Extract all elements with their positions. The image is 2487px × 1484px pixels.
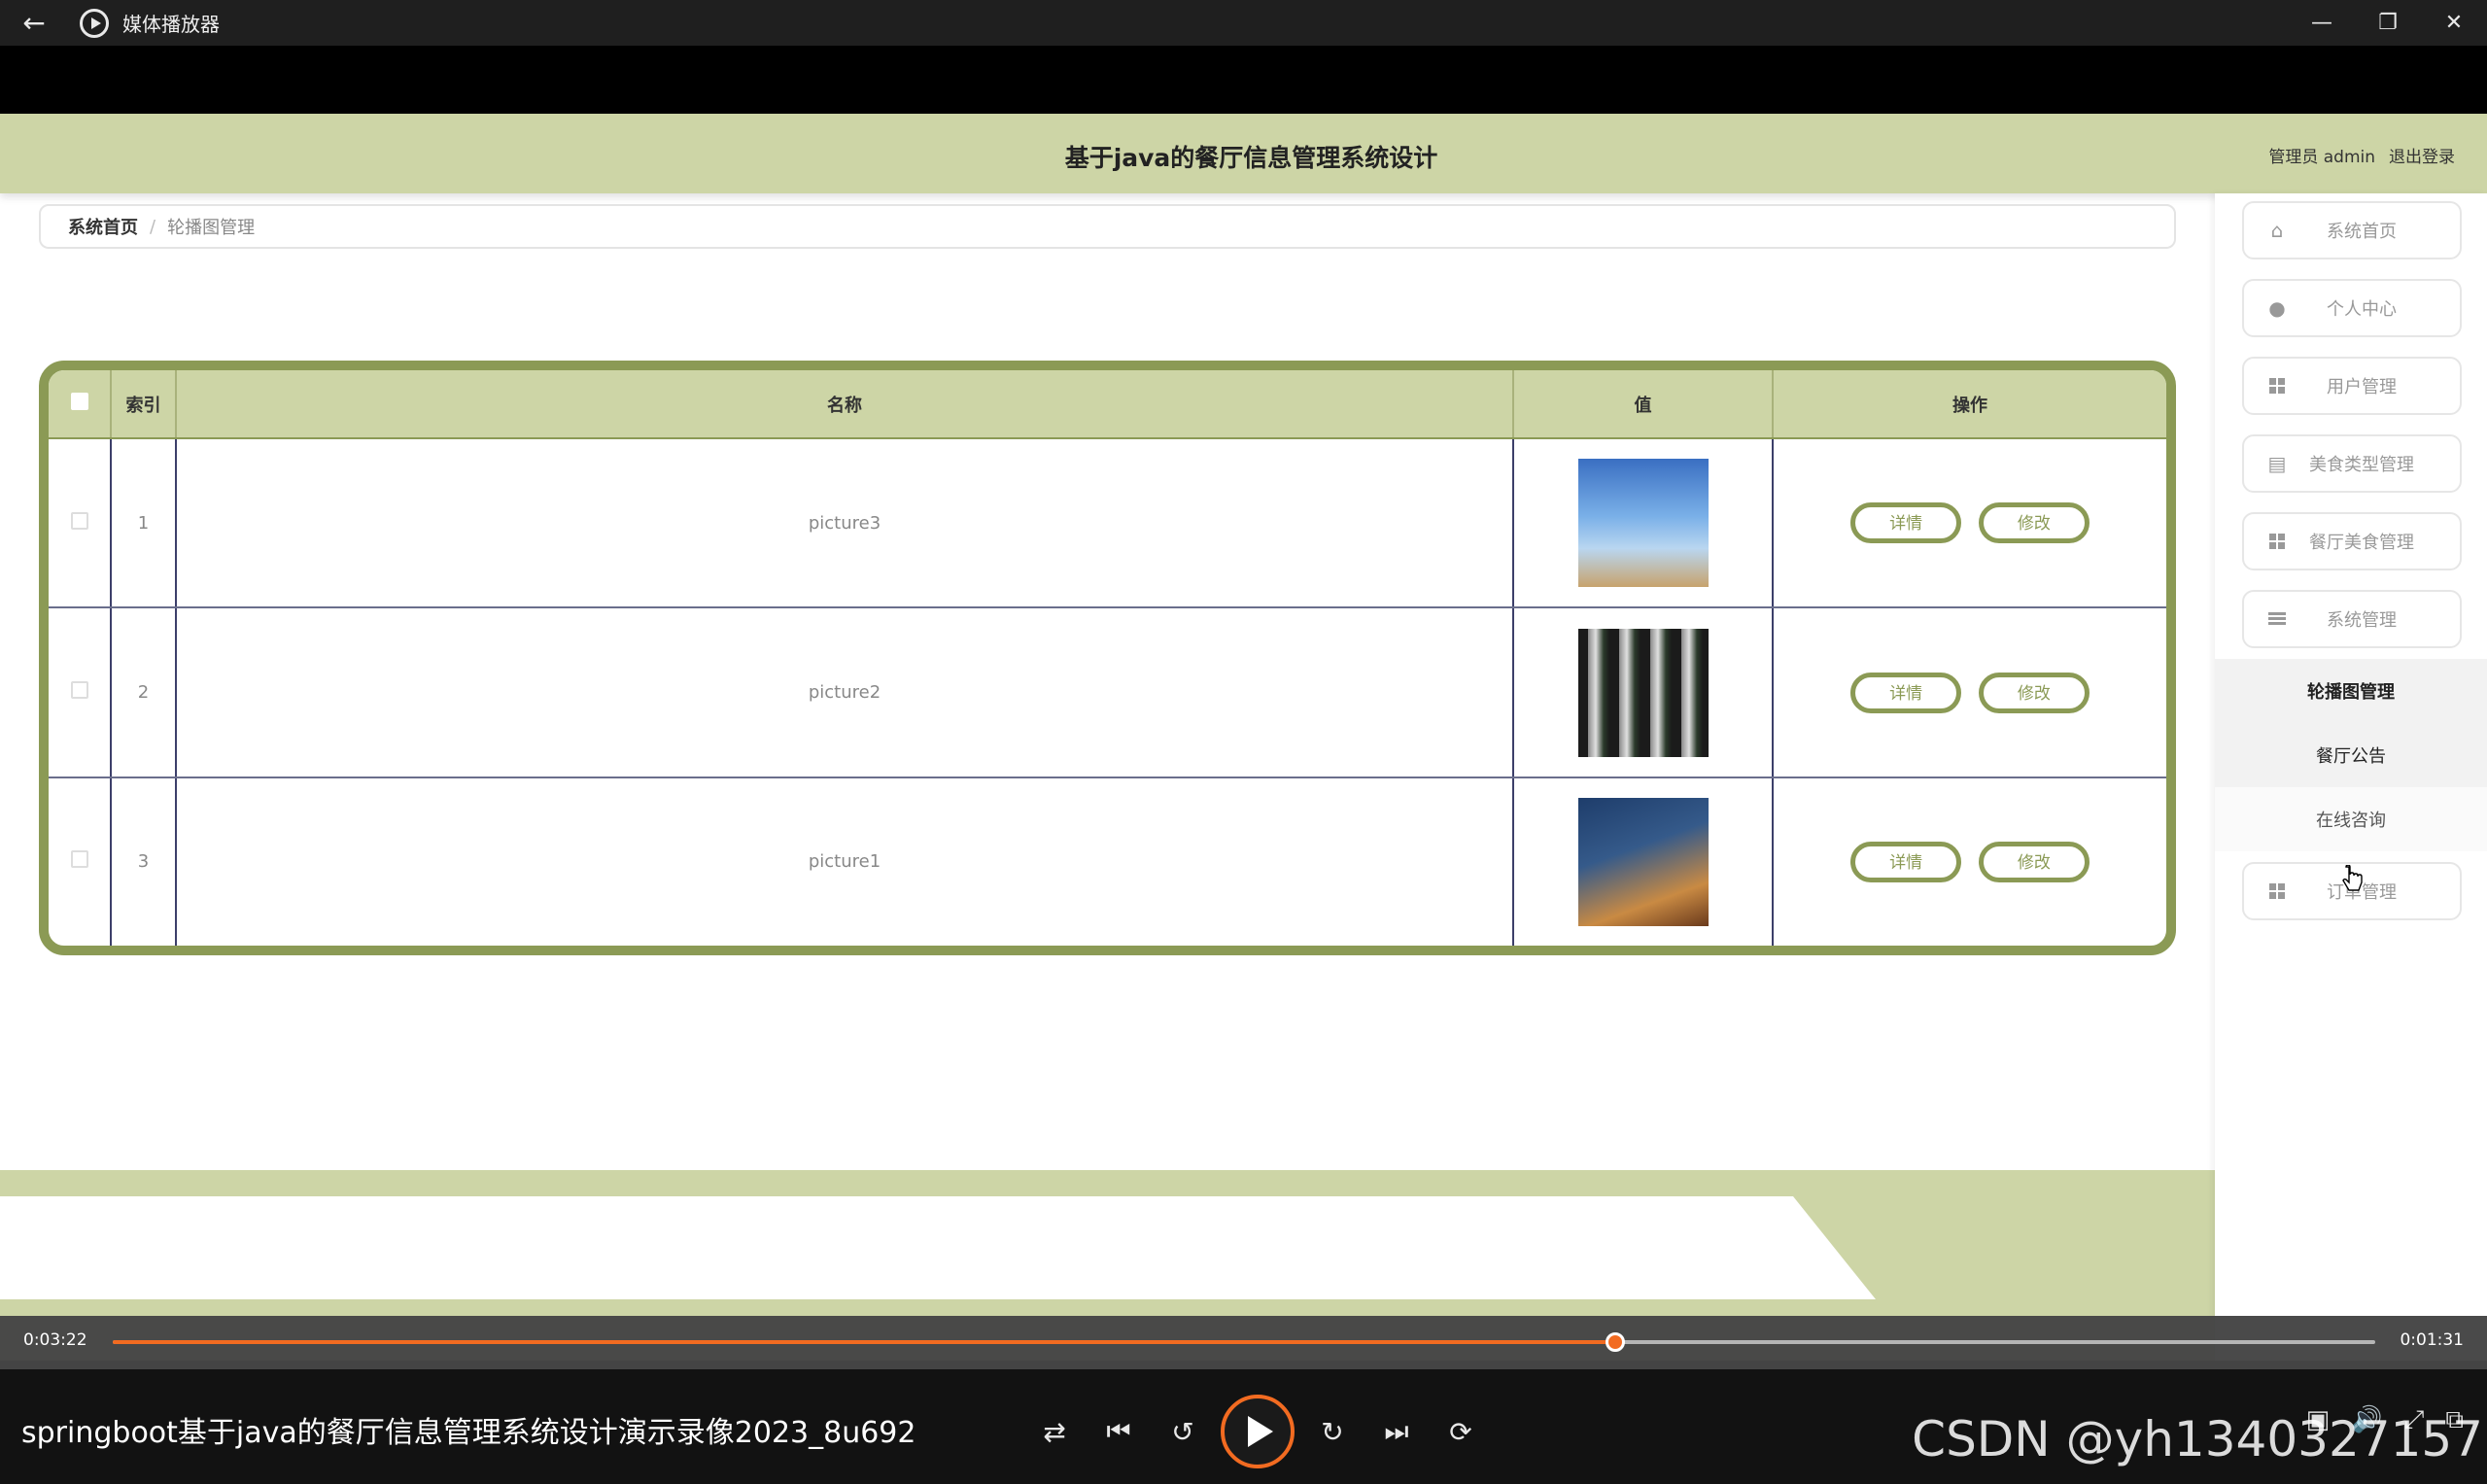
edit-button[interactable]: 修改 xyxy=(1978,502,2090,544)
edit-button[interactable]: 修改 xyxy=(1978,841,2090,882)
site-header: 基于java的餐厅信息管理系统设计 管理员 admin 退出登录 xyxy=(0,114,2487,193)
row-index: 1 xyxy=(111,438,177,609)
home-icon: ⌂ xyxy=(2270,219,2284,242)
submenu-carousel[interactable]: 轮播图管理 xyxy=(2215,659,2487,723)
user-icon: ● xyxy=(2268,296,2286,320)
column-header-name: 名称 xyxy=(176,370,1514,439)
seek-bar-thumb[interactable] xyxy=(1605,1332,1625,1352)
app-title: 媒体播放器 xyxy=(122,13,220,36)
breadcrumb-separator: / xyxy=(150,216,156,237)
rewind-10-icon[interactable]: ↺ xyxy=(1151,1399,1215,1464)
repeat-off-icon[interactable]: ⟳ xyxy=(1429,1399,1493,1464)
row-checkbox[interactable] xyxy=(70,850,88,869)
window-controls: — ❐ ✕ xyxy=(2289,0,2487,46)
breadcrumb: 系统首页 / 轮播图管理 xyxy=(39,204,2176,249)
forward-30-icon[interactable]: ↻ xyxy=(1300,1399,1364,1464)
watermark-text: CSDN @yh1340327157 xyxy=(1912,1411,2483,1467)
admin-user-label: 管理员 admin xyxy=(2268,148,2375,167)
player-title-bar: ← 媒体播放器 — ❐ ✕ xyxy=(0,0,2487,46)
user-area: 管理员 admin 退出登录 xyxy=(2268,143,2455,167)
logout-link[interactable]: 退出登录 xyxy=(2389,143,2455,167)
submenu-consult[interactable]: 在线咨询 xyxy=(2215,787,2487,851)
grid-icon xyxy=(2267,881,2287,901)
restore-icon[interactable]: ❐ xyxy=(2355,0,2421,46)
row-name: picture1 xyxy=(176,777,1514,946)
progress-row: 0:03:22 0:01:31 xyxy=(0,1316,2487,1369)
elapsed-time: 0:03:22 xyxy=(23,1330,87,1350)
hand-cursor-icon xyxy=(2342,865,2363,891)
column-header-value: 值 xyxy=(1513,370,1774,439)
shuffle-icon[interactable]: ⇄ xyxy=(1022,1399,1087,1464)
grid-icon xyxy=(2267,376,2287,396)
playback-buttons: ⇄ ⏮ ↺ ↻ ⏭ ⟳ xyxy=(1022,1388,1493,1475)
detail-button[interactable]: 详情 xyxy=(1850,841,1962,882)
row-name: picture2 xyxy=(176,607,1514,778)
side-menu: ⌂ 系统首页 ● 个人中心 用户管理 ▤ 美食类型管理 餐厅美食管理 系统管理 xyxy=(2215,193,2487,1361)
row-checkbox[interactable] xyxy=(70,681,88,700)
detail-button[interactable]: 详情 xyxy=(1850,672,1962,713)
menu-item-system[interactable]: 系统管理 xyxy=(2242,590,2462,648)
menu-item-restaurant-food[interactable]: 餐厅美食管理 xyxy=(2242,512,2462,570)
submenu-announcement[interactable]: 餐厅公告 xyxy=(2215,723,2487,787)
table-row: 1 picture3 详情 修改 xyxy=(49,438,2166,609)
media-player-app-icon xyxy=(80,8,109,38)
video-frame[interactable]: 基于java的餐厅信息管理系统设计 管理员 admin 退出登录 系统首页 / … xyxy=(0,46,2487,1484)
column-header-index: 索引 xyxy=(111,370,177,439)
seek-bar[interactable] xyxy=(113,1332,2375,1352)
breadcrumb-home[interactable]: 系统首页 xyxy=(68,214,138,239)
menu-item-users[interactable]: 用户管理 xyxy=(2242,357,2462,415)
row-checkbox[interactable] xyxy=(70,511,88,530)
table-header-row: 索引 名称 值 操作 xyxy=(49,370,2166,439)
edit-button[interactable]: 修改 xyxy=(1978,672,2090,713)
menu-item-food-types[interactable]: ▤ 美食类型管理 xyxy=(2242,434,2462,493)
site-title: 基于java的餐厅信息管理系统设计 xyxy=(1064,144,1438,172)
breadcrumb-current: 轮播图管理 xyxy=(167,218,256,238)
row-index: 3 xyxy=(111,777,177,946)
clipboard-icon: ▤ xyxy=(2267,452,2287,475)
player-controls: 0:03:22 0:01:31 springboot基于java的餐厅信息管理系… xyxy=(0,1316,2487,1484)
remaining-time: 0:01:31 xyxy=(2400,1330,2464,1350)
list-icon xyxy=(2267,609,2287,629)
play-button[interactable] xyxy=(1221,1395,1295,1468)
table-row: 3 picture1 详情 修改 xyxy=(49,777,2166,946)
next-icon[interactable]: ⏭ xyxy=(1364,1399,1429,1464)
previous-icon[interactable]: ⏮ xyxy=(1087,1399,1151,1464)
menu-item-profile[interactable]: ● 个人中心 xyxy=(2242,279,2462,337)
decorative-band xyxy=(0,1170,2215,1196)
back-arrow-icon[interactable]: ← xyxy=(0,0,68,46)
select-all-checkbox[interactable] xyxy=(70,393,88,410)
minimize-icon[interactable]: — xyxy=(2289,0,2355,46)
grid-icon xyxy=(2267,532,2287,551)
table-row: 2 picture2 详情 修改 xyxy=(49,607,2166,778)
select-all-cell xyxy=(49,370,112,439)
carousel-thumbnail[interactable] xyxy=(1577,628,1709,757)
video-title: springboot基于java的餐厅信息管理系统设计演示录像2023_8u69… xyxy=(21,1416,916,1450)
decorative-band xyxy=(0,1196,1876,1299)
row-index: 2 xyxy=(111,607,177,778)
row-name: picture3 xyxy=(176,438,1514,609)
seek-bar-fill xyxy=(113,1340,1615,1344)
menu-item-home[interactable]: ⌂ 系统首页 xyxy=(2242,201,2462,259)
detail-button[interactable]: 详情 xyxy=(1850,502,1962,544)
carousel-table: 索引 名称 值 操作 1 picture3 详情 修改 2 picture2 详… xyxy=(39,361,2176,955)
carousel-thumbnail[interactable] xyxy=(1577,459,1709,588)
column-header-actions: 操作 xyxy=(1773,370,2166,439)
carousel-thumbnail[interactable] xyxy=(1577,797,1709,926)
recorded-webpage: 基于java的餐厅信息管理系统设计 管理员 admin 退出登录 系统首页 / … xyxy=(0,114,2487,1361)
close-icon[interactable]: ✕ xyxy=(2421,0,2487,46)
